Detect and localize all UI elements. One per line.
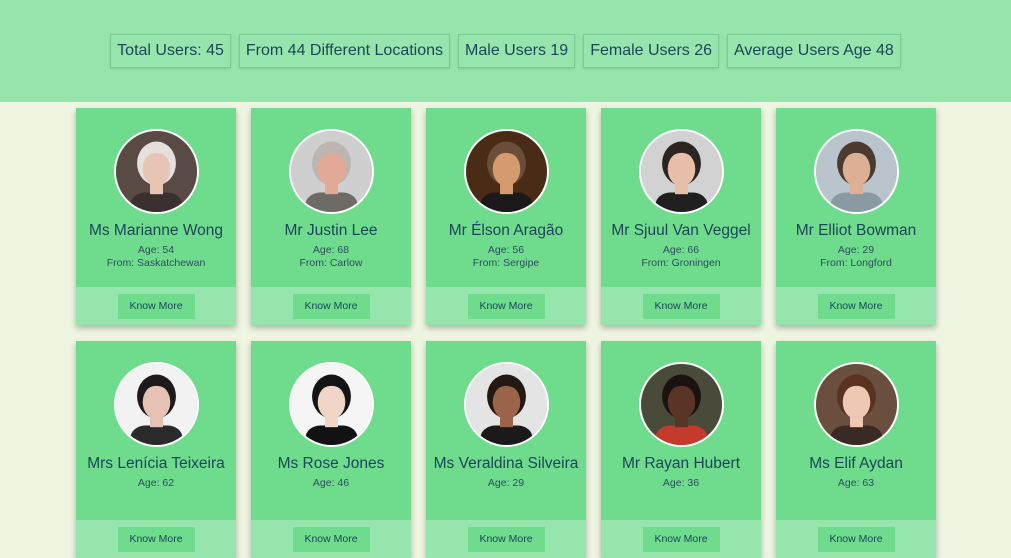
know-more-button[interactable]: Know More bbox=[117, 293, 195, 319]
card-footer: Know More bbox=[251, 287, 411, 325]
user-location: From: Longford bbox=[820, 257, 892, 269]
card-footer: Know More bbox=[426, 287, 586, 325]
user-photo bbox=[815, 131, 897, 212]
know-more-button[interactable]: Know More bbox=[642, 526, 720, 552]
know-more-button[interactable]: Know More bbox=[817, 526, 895, 552]
user-card: Mr Elliot Bowman Age: 29 From: Longford Kno… bbox=[776, 108, 936, 325]
user-age: Age: 54 bbox=[137, 244, 175, 256]
user-age: Age: 63 bbox=[837, 477, 875, 489]
card-footer: Know More bbox=[776, 520, 936, 558]
know-more-button[interactable]: Know More bbox=[642, 293, 720, 319]
user-avatar bbox=[463, 362, 549, 447]
user-age: Age: 29 bbox=[837, 244, 875, 256]
user-age: Age: 36 bbox=[662, 477, 700, 489]
user-name: Mr Rayan Hubert bbox=[621, 455, 740, 472]
user-avatar bbox=[638, 362, 724, 447]
user-avatar bbox=[813, 129, 899, 214]
user-name: Ms Rose Jones bbox=[277, 455, 385, 472]
card-footer: Know More bbox=[76, 520, 236, 558]
stat-locations: From 44 Different Locations bbox=[238, 34, 451, 68]
user-photo bbox=[640, 364, 722, 445]
user-name: Ms Elif Aydan bbox=[809, 455, 903, 472]
user-card-grid: Ms Marianne Wong Age: 54 From: Saskatchewa… bbox=[76, 108, 936, 558]
know-more-button[interactable]: Know More bbox=[467, 293, 545, 319]
user-avatar bbox=[288, 362, 374, 447]
know-more-button[interactable]: Know More bbox=[292, 526, 370, 552]
user-photo bbox=[115, 364, 197, 445]
know-more-button[interactable]: Know More bbox=[292, 293, 370, 319]
user-avatar bbox=[113, 362, 199, 447]
user-photo bbox=[290, 364, 372, 445]
know-more-button[interactable]: Know More bbox=[117, 526, 195, 552]
user-name: Ms Marianne Wong bbox=[88, 222, 224, 239]
user-card: Mr Élson Aragão Age: 56 From: Sergipe Know … bbox=[426, 108, 586, 325]
user-name: Mr Justin Lee bbox=[284, 222, 378, 239]
user-card: Mrs Lenícia Teixeira Age: 62 Know More bbox=[76, 341, 236, 558]
user-location: From: Saskatchewan bbox=[106, 257, 206, 269]
card-footer: Know More bbox=[76, 287, 236, 325]
user-name: Mr Elliot Bowman bbox=[795, 222, 917, 239]
user-card: Ms Veraldina Silveira Age: 29 Know More bbox=[426, 341, 586, 558]
user-age: Age: 29 bbox=[487, 477, 525, 489]
user-avatar bbox=[813, 362, 899, 447]
user-age: Age: 68 bbox=[312, 244, 350, 256]
user-name: Mr Sjuul Van Veggel bbox=[611, 222, 751, 239]
user-location: From: Carlow bbox=[299, 257, 363, 269]
know-more-button[interactable]: Know More bbox=[817, 293, 895, 319]
user-card: Mr Rayan Hubert Age: 36 Know More bbox=[601, 341, 761, 558]
user-avatar bbox=[463, 129, 549, 214]
stat-total-users: Total Users: 45 bbox=[110, 34, 231, 68]
user-card: Ms Rose Jones Age: 46 Know More bbox=[251, 341, 411, 558]
card-footer: Know More bbox=[251, 520, 411, 558]
user-avatar bbox=[638, 129, 724, 214]
user-photo bbox=[465, 364, 547, 445]
user-name: Mrs Lenícia Teixeira bbox=[87, 455, 225, 472]
user-avatar bbox=[288, 129, 374, 214]
user-age: Age: 56 bbox=[487, 244, 525, 256]
stat-male-users: Male Users 19 bbox=[458, 34, 576, 68]
user-name: Mr Élson Aragão bbox=[448, 222, 564, 239]
user-card: Mr Sjuul Van Veggel Age: 66 From: Groninge… bbox=[601, 108, 761, 325]
user-location: From: Groningen bbox=[641, 257, 721, 269]
user-card: Ms Elif Aydan Age: 63 Know More bbox=[776, 341, 936, 558]
card-footer: Know More bbox=[601, 520, 761, 558]
card-footer: Know More bbox=[601, 287, 761, 325]
user-age: Age: 62 bbox=[137, 477, 175, 489]
user-photo bbox=[290, 131, 372, 212]
user-card: Mr Justin Lee Age: 68 From: Carlow Know Mor… bbox=[251, 108, 411, 325]
user-location: From: Sergipe bbox=[472, 257, 540, 269]
card-footer: Know More bbox=[776, 287, 936, 325]
user-photo bbox=[115, 131, 197, 212]
user-card: Ms Marianne Wong Age: 54 From: Saskatchewa… bbox=[76, 108, 236, 325]
stats-header: Total Users: 45 From 44 Different Locati… bbox=[0, 0, 1011, 102]
user-photo bbox=[815, 364, 897, 445]
stat-average-age: Average Users Age 48 bbox=[727, 34, 901, 68]
user-name: Ms Veraldina Silveira bbox=[433, 455, 579, 472]
user-avatar bbox=[113, 129, 199, 214]
user-photo bbox=[640, 131, 722, 212]
know-more-button[interactable]: Know More bbox=[467, 526, 545, 552]
stat-female-users: Female Users 26 bbox=[583, 34, 720, 68]
card-footer: Know More bbox=[426, 520, 586, 558]
user-age: Age: 66 bbox=[662, 244, 700, 256]
user-photo bbox=[465, 131, 547, 212]
user-age: Age: 46 bbox=[312, 477, 350, 489]
